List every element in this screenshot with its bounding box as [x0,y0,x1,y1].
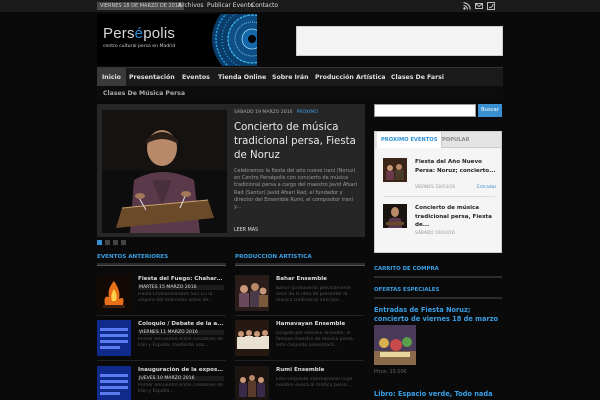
slide-meta: SÁBADO 19 MARZO 2016 PROXIMO [234,110,318,115]
heading-rule [235,263,365,266]
post-thumbnail[interactable] [97,366,131,400]
post-title[interactable]: Bahar Ensemble [276,276,362,282]
post-title[interactable]: Rumi Ensemble [276,367,362,373]
heading-rule [374,276,502,278]
list-item[interactable]: Hamavayan Ensemble Dirigido por Hossein … [235,320,365,361]
event-thumbnail[interactable] [383,158,407,182]
slide-excerpt: Celebramos la fiesta del año nuevo iraní… [234,168,358,211]
slider-dot-2[interactable] [105,240,110,245]
eventos-anteriores-heading: EVENTOS ANTERIORES [97,254,169,260]
post-title[interactable]: Inauguración de la exposi... [138,367,224,373]
post-title[interactable]: Coloquio / Debate de la a... [138,321,224,327]
nav-produccion-artistica[interactable]: Producción Artística [310,68,390,87]
post-thumbnail[interactable] [97,275,131,311]
contacto-link[interactable]: Contacto [251,2,278,10]
slide-category[interactable]: PROXIMO [297,110,318,115]
list-item[interactable]: Coloquio / Debate de la a... VIERNES 11 … [97,320,226,361]
divider [97,360,226,361]
event-date: SÁBADO 19/03/16 [415,231,455,236]
tab-popular[interactable]: POPULAR [438,132,474,148]
event-title[interactable]: Concierto de música tradicional persa, F… [415,204,497,230]
list-item[interactable]: Fiesta del Fuego: Chahars... MARTES 15 M… [97,275,226,316]
event-title[interactable]: Fiesta del Año Nuevo Persa: Noruz; conci… [415,158,497,175]
archivos-link[interactable]: Archivos [178,2,204,10]
nav-clases-de-musica-persa[interactable]: Clases De Música Persa [100,86,188,101]
post-title[interactable]: Hamavayan Ensemble [276,321,362,327]
social-icons [463,2,495,10]
post-date: VIERNES 11 MARZO 2016 [138,330,224,335]
offer-price: Price: 15.00€ [374,369,407,375]
header-banner[interactable] [296,26,503,56]
list-item[interactable]: Rumi Ensemble Esta Orquesta internaciona… [235,366,365,400]
divider [383,196,495,197]
post-title[interactable]: Fiesta del Fuego: Chahars... [138,276,224,282]
slider-dot-1[interactable] [97,240,102,245]
post-date: JUEVES 10 MARZO 2016 [138,376,224,381]
search-button[interactable]: Buscar [478,104,502,117]
post-excerpt: Esta Orquesta internacional cuyo nombre … [276,377,353,388]
post-excerpt: Primer encuentro entre creadores de Irán… [138,383,223,394]
featured-image[interactable] [102,110,227,233]
event-thumbnail[interactable] [383,204,407,228]
logo-text: Persépolis [103,25,176,42]
post-thumbnail[interactable] [235,366,269,400]
offer-title[interactable]: Libro: Espacio verde, Todo nada todo [374,390,502,400]
mandala-ornament [212,14,257,66]
list-item[interactable]: Inauguración de la exposi... JUEVES 10 M… [97,366,226,400]
list-item[interactable]: Bahar Ensemble Bahar (primavera) precisa… [235,275,365,316]
post-date: MARTES 15 MARZO 2016 [138,285,224,290]
slide-title[interactable]: Concierto de música tradicional persa, F… [234,121,359,163]
logo-tagline: centro cultural persa en Madrid [103,44,176,49]
list-item[interactable]: Concierto de música tradicional persa, F… [383,204,499,244]
nav-eventos[interactable]: Eventos [177,68,215,87]
post-thumbnail[interactable] [97,320,131,356]
featured-slider[interactable]: SÁBADO 19 MARZO 2016 PROXIMO Concierto de… [97,104,365,237]
nav-clases-de-farsi[interactable]: Clases De Farsi [386,68,449,87]
post-thumbnail[interactable] [235,320,269,356]
produccion-artistica-heading: PRODUCCION ARTISTICA [235,254,312,260]
slide-date: SÁBADO 19 MARZO 2016 [234,110,293,115]
carrito-heading: CARRITO DE COMPRA [374,266,439,272]
slider-pagination [97,240,126,245]
heading-rule [97,263,226,266]
main-nav-row-2: Clases De Música Persa [97,86,503,101]
publicar-evento-link[interactable]: Publicar Evento [207,2,254,10]
nav-presentacion[interactable]: Presentación [124,68,180,87]
main-nav: Inicio Presentación Eventos Tienda Onlin… [97,67,503,87]
slider-dot-4[interactable] [121,240,126,245]
slider-dot-3[interactable] [113,240,118,245]
nav-sobre-iran[interactable]: Sobre Irán [267,68,313,87]
tab-proximo-eventos[interactable]: PROXIMO EVENTOS [377,132,443,148]
list-item[interactable]: Fiesta del Año Nuevo Persa: Noruz; conci… [383,158,499,198]
search-widget: Buscar [374,104,502,117]
offer-title[interactable]: Entradas de Fiesta Noruz; concierto de v… [374,306,502,324]
offer-image[interactable] [374,325,416,365]
event-category[interactable]: Entradas [477,185,497,190]
ofertas-heading: OFERTAS ESPECIALES [374,287,440,293]
post-excerpt: Fiesta Chaharshanbeh Suri En la víspera … [138,292,213,303]
divider [235,360,364,361]
divider [235,315,364,316]
read-more-link[interactable]: LEER MAS [234,228,258,233]
date-badge: VIERNES 18 DE MARZO DE 2016 [97,2,185,10]
nav-inicio[interactable]: Inicio [97,68,126,87]
search-input[interactable] [374,104,476,117]
heading-rule [374,297,502,299]
post-excerpt: Dirigido por Hossein Alizadeh, el famoso… [276,331,355,348]
email-icon[interactable] [475,2,483,10]
events-tabs-widget: PROXIMO EVENTOS POPULAR Fiesta del Año N… [374,131,502,253]
event-date: VIERNES 18/03/16 [415,185,456,190]
post-excerpt: Bahar (primavera) precisamente nace de l… [276,286,352,303]
tabs-header: PROXIMO EVENTOS POPULAR [375,132,501,148]
post-thumbnail[interactable] [235,275,269,311]
site-logo[interactable]: Persépolis centro cultural persa en Madr… [97,14,257,66]
twitter-icon[interactable] [487,2,495,10]
rss-icon[interactable] [463,2,471,10]
post-excerpt: Primer encuentro entre creadores de Irán… [138,337,223,348]
divider [97,315,226,316]
nav-tienda-online[interactable]: Tienda Online [213,68,271,87]
top-bar [0,0,600,12]
